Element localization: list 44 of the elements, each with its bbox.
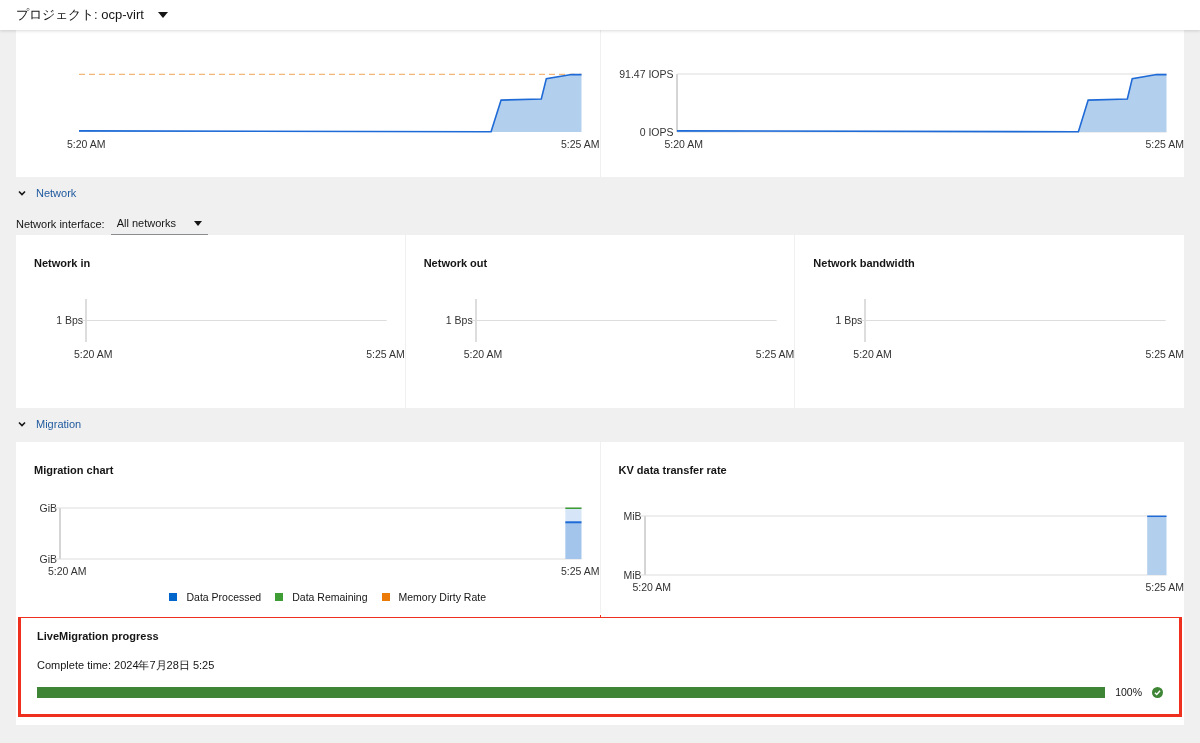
caret-icon — [193, 220, 202, 226]
section-toggle[interactable]: Network — [16, 185, 79, 201]
section-toggle[interactable]: Migration — [16, 416, 84, 432]
progress-reading: 100% — [1115, 686, 1142, 698]
field-label: Network interface: — [16, 218, 105, 230]
axis-label: 0 IOPS — [638, 126, 674, 137]
axis-label: 1 Bps — [834, 315, 863, 326]
legend-label: Data Remaining — [292, 591, 368, 603]
axis-label: 5:25 AM — [560, 565, 600, 577]
caret-icon — [157, 12, 168, 18]
card-title: LiveMigration progress — [37, 630, 160, 642]
chevron-icon — [18, 420, 26, 428]
axis-label: GiB — [38, 503, 57, 514]
axis-label: 5:20 AM — [664, 138, 704, 150]
axis-label: 5:25 AM — [366, 348, 405, 360]
axis-label: 5:25 AM — [755, 348, 795, 360]
axis-label: 5:20 AM — [632, 581, 672, 593]
chart-title: KV data transfer rate — [618, 464, 728, 476]
axis-label: 5:20 AM — [853, 348, 892, 360]
axis-label: 5:25 AM — [1145, 348, 1184, 360]
legend-label: Memory Dirty Rate — [398, 591, 486, 603]
axis-label: 5:20 AM — [67, 138, 106, 150]
axis-label: 1 Bps — [444, 315, 473, 326]
axis-label: GiB — [38, 553, 57, 564]
axis-label: 5:20 AM — [74, 348, 113, 360]
axis-label: 5:20 AM — [48, 565, 87, 577]
axis-label: 5:25 AM — [1145, 581, 1184, 593]
stacked-bar — [564, 507, 583, 559]
axis-label: MiB — [622, 569, 642, 580]
axis-label: 5:25 AM — [1145, 138, 1184, 150]
complete-time: Complete time: 2024年7月28日 5:25 — [37, 658, 216, 673]
axis-label: MiB — [622, 511, 642, 522]
project-dropdown[interactable]: プロジェクト: ocp-virt — [16, 6, 168, 24]
chevron-icon — [18, 189, 26, 197]
axis-label: 91.47 IOPS — [618, 69, 674, 80]
chart-title: Network out — [423, 257, 489, 269]
axis-label: 5:25 AM — [560, 138, 600, 150]
chart-title: Network in — [34, 257, 92, 269]
axis-label: 1 Bps — [55, 315, 83, 326]
bar — [1145, 515, 1167, 575]
chart-title: Migration chart — [34, 464, 115, 476]
axis-label: 5:20 AM — [463, 348, 503, 360]
legend-label: Data Processed — [186, 591, 262, 603]
chart-title: Network bandwidth — [813, 257, 916, 269]
